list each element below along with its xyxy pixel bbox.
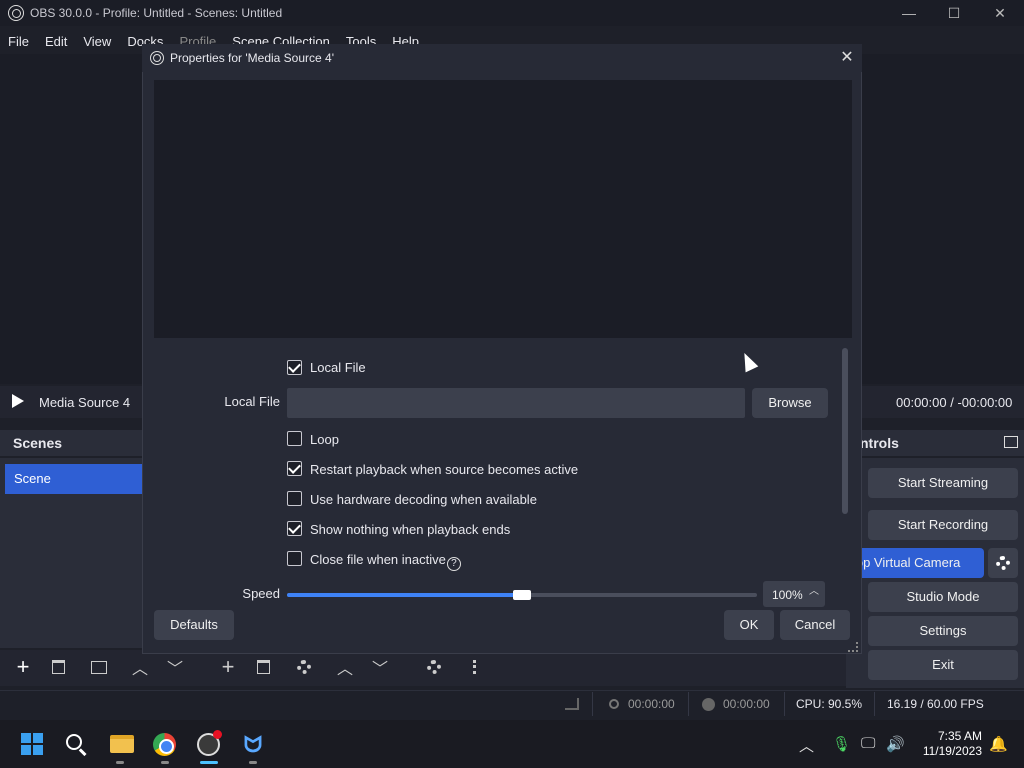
- settings-button[interactable]: Settings: [868, 616, 1018, 646]
- local-file-label: Local File: [224, 394, 280, 409]
- source-preview: [154, 80, 852, 338]
- network-icon[interactable]: 🖵: [861, 735, 875, 752]
- speed-value: 100%: [772, 588, 803, 602]
- maximize-button[interactable]: ☐: [931, 0, 977, 26]
- move-scene-up-icon[interactable]: ︿: [125, 655, 155, 679]
- play-icon[interactable]: [12, 394, 24, 408]
- add-scene-icon[interactable]: +: [8, 654, 38, 679]
- loop-checkbox[interactable]: [287, 431, 302, 446]
- dialog-close-button[interactable]: ✕: [836, 48, 858, 68]
- media-source-name: Media Source 4: [39, 395, 131, 410]
- taskbar-clock[interactable]: 7:35 AM 11/19/2023: [918, 729, 982, 759]
- studio-mode-button[interactable]: Studio Mode: [868, 582, 1018, 612]
- bunny-app-icon[interactable]: ᗢ: [241, 733, 265, 757]
- source-properties-icon[interactable]: [289, 655, 319, 679]
- clock-time: 7:35 AM: [937, 729, 982, 743]
- close-inactive-label: Close file when inactive: [310, 552, 446, 567]
- close-inactive-checkbox[interactable]: [287, 551, 302, 566]
- volume-icon[interactable]: 🔊: [886, 735, 905, 753]
- chevron-up-icon[interactable]: ︿: [799, 735, 814, 756]
- start-recording-button[interactable]: Start Recording: [868, 510, 1018, 540]
- title-bar: OBS 30.0.0 - Profile: Untitled - Scenes:…: [0, 0, 1024, 26]
- mixer-settings-icon[interactable]: [419, 655, 449, 679]
- recording-indicator-icon: [213, 730, 222, 739]
- recording-status-icon: [702, 698, 715, 711]
- speed-label: Speed: [242, 586, 280, 601]
- streaming-status-icon: [609, 699, 619, 709]
- speed-slider-handle[interactable]: [513, 590, 531, 600]
- close-button[interactable]: ✕: [977, 0, 1023, 26]
- show-nothing-label: Show nothing when playback ends: [310, 522, 511, 537]
- local-file-checkbox-label: Local File: [310, 360, 366, 375]
- file-explorer-icon[interactable]: [110, 735, 134, 753]
- controls-dock-header: ntrols: [846, 430, 1024, 456]
- gear-icon: [996, 556, 1010, 570]
- stream-time: 00:00:00: [628, 697, 675, 711]
- menu-view[interactable]: View: [75, 34, 119, 49]
- restart-playback-label: Restart playback when source becomes act…: [310, 462, 579, 477]
- scenes-dock-header: Scenes: [0, 430, 142, 456]
- exit-button[interactable]: Exit: [868, 650, 1018, 680]
- ok-button[interactable]: OK: [724, 610, 774, 640]
- undock-icon[interactable]: [1004, 436, 1018, 448]
- hardware-decoding-checkbox[interactable]: [287, 491, 302, 506]
- obs-logo-icon: [150, 51, 164, 65]
- move-scene-down-icon[interactable]: ﹀: [160, 655, 190, 679]
- obs-logo-icon: [8, 5, 24, 21]
- minimize-button[interactable]: —: [886, 0, 932, 26]
- local-file-input[interactable]: [287, 388, 745, 418]
- menu-file[interactable]: File: [0, 34, 37, 49]
- microphone-icon[interactable]: 🎙: [832, 735, 851, 753]
- record-time: 00:00:00: [723, 697, 770, 711]
- show-nothing-checkbox[interactable]: [287, 521, 302, 536]
- defaults-button[interactable]: Defaults: [154, 610, 234, 640]
- chrome-icon[interactable]: [153, 733, 176, 756]
- hardware-decoding-label: Use hardware decoding when available: [310, 492, 537, 507]
- cancel-button[interactable]: Cancel: [780, 610, 850, 640]
- move-source-down-icon[interactable]: ﹀: [365, 655, 395, 679]
- move-source-up-icon[interactable]: ︿: [330, 655, 360, 679]
- local-file-checkbox[interactable]: [287, 360, 302, 375]
- more-options-icon[interactable]: [460, 655, 490, 679]
- loop-label: Loop: [310, 432, 339, 447]
- dialog-title: Properties for 'Media Source 4': [170, 51, 334, 65]
- notification-bell-icon[interactable]: 🔔: [989, 735, 1008, 753]
- scene-filters-icon[interactable]: [84, 655, 114, 679]
- resize-grip-icon[interactable]: [848, 642, 858, 652]
- signal-icon: [565, 698, 579, 710]
- remove-source-icon[interactable]: [248, 655, 278, 679]
- controls-header-label: ntrols: [860, 435, 899, 451]
- help-icon[interactable]: ?: [446, 557, 461, 571]
- speed-slider-fill: [287, 593, 522, 597]
- fps-readout: 16.19 / 60.00 FPS: [887, 697, 984, 711]
- virtual-camera-button[interactable]: Stop Virtual Camera: [846, 548, 984, 578]
- dialog-title-bar: Properties for 'Media Source 4': [142, 44, 862, 72]
- close-inactive-row: Close file when inactive?: [310, 552, 461, 571]
- search-icon[interactable]: [66, 734, 82, 750]
- status-bar: [0, 690, 1024, 718]
- window-title: OBS 30.0.0 - Profile: Untitled - Scenes:…: [30, 6, 283, 20]
- cpu-usage: CPU: 90.5%: [796, 697, 863, 711]
- browse-button[interactable]: Browse: [752, 388, 828, 418]
- clock-date: 11/19/2023: [922, 744, 982, 758]
- scrollbar-thumb[interactable]: [842, 348, 848, 514]
- media-time: 00:00:00 / -00:00:00: [896, 395, 1013, 410]
- restart-playback-checkbox[interactable]: [287, 461, 302, 476]
- windows-start-icon[interactable]: [21, 733, 43, 755]
- add-source-icon[interactable]: +: [213, 654, 243, 679]
- remove-scene-icon[interactable]: [43, 655, 73, 679]
- spin-up-icon[interactable]: ︿: [808, 582, 820, 597]
- start-streaming-button[interactable]: Start Streaming: [868, 468, 1018, 498]
- menu-edit[interactable]: Edit: [37, 34, 75, 49]
- scene-list-item[interactable]: Scene: [5, 464, 142, 494]
- virtual-camera-settings-button[interactable]: [988, 548, 1018, 578]
